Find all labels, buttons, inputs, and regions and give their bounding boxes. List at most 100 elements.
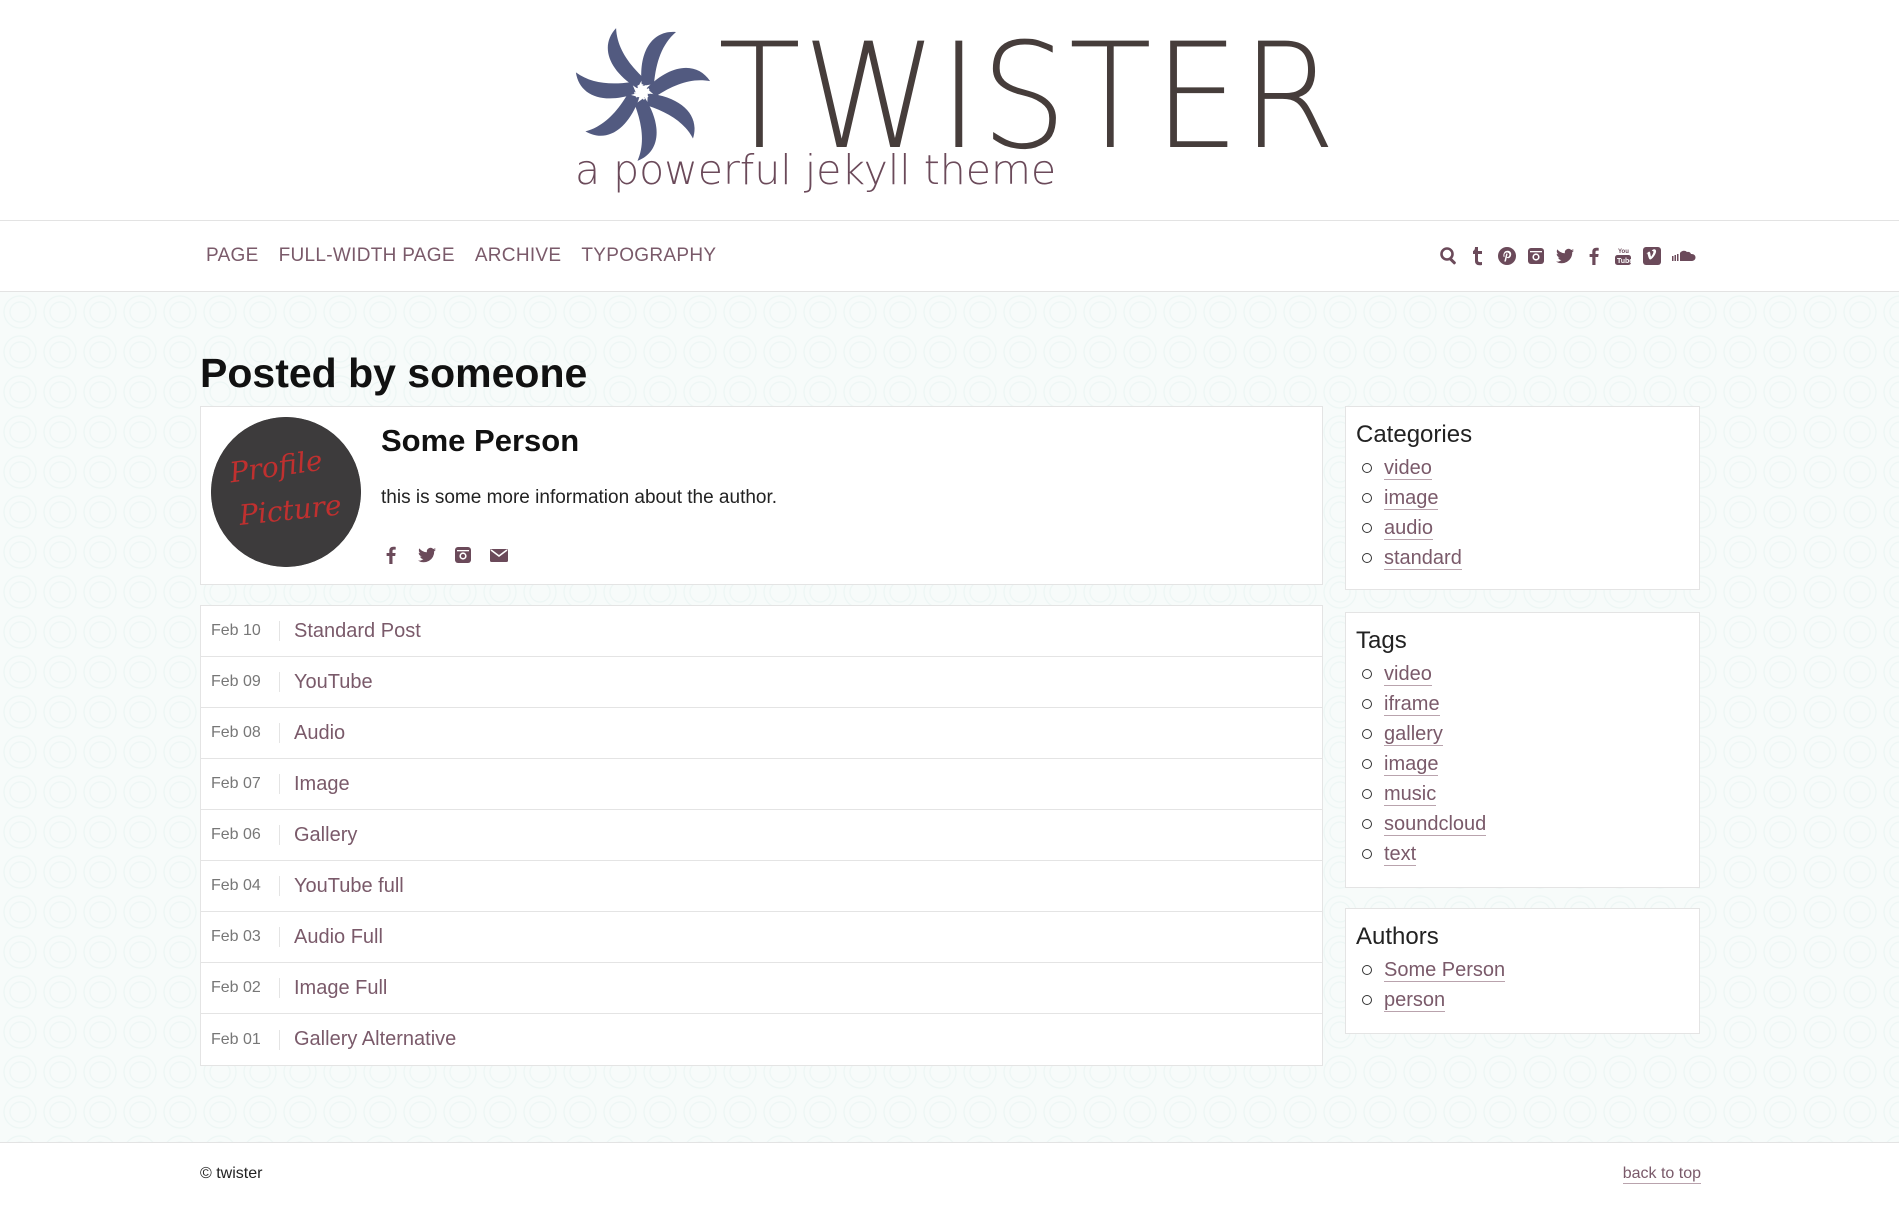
post-row[interactable]: Feb 01 Gallery Alternative [201,1014,1322,1065]
category-link-audio[interactable]: audio [1384,517,1433,540]
list-item: video [1356,453,1689,483]
bullet-icon [1362,789,1372,799]
list-item: image [1356,749,1689,779]
categories-widget: Categories video image audio standard [1345,406,1700,590]
list-item: audio [1356,513,1689,543]
copyright-text: © twister [200,1165,263,1182]
pinwheel-logo-icon [575,28,711,161]
twitter-icon[interactable] [417,545,437,570]
post-title-link[interactable]: YouTube [294,671,373,694]
bullet-icon [1362,699,1372,709]
tag-link-music[interactable]: music [1384,783,1437,806]
site-footer: © twister back to top [0,1142,1899,1211]
main-nav: PAGE FULL-WIDTH PAGE ARCHIVE TYPOGRAPHY … [0,221,1899,292]
list-item: iframe [1356,689,1689,719]
tag-link-gallery[interactable]: gallery [1384,723,1443,746]
bullet-icon [1362,493,1372,503]
post-date: Feb 04 [211,876,280,896]
authors-widget: Authors Some Person person [1345,908,1700,1034]
tag-link-text[interactable]: text [1384,843,1417,866]
back-to-top-link[interactable]: back to top [1622,1165,1701,1184]
instagram-icon[interactable] [1526,246,1546,266]
site-logo[interactable]: TWISTER a powerful jekyll theme [572,22,1336,202]
pinterest-icon[interactable] [1497,246,1517,266]
main-content: Posted by someone Profile Picture Some P… [0,292,1899,1142]
post-date: Feb 10 [211,621,280,641]
tag-link-video[interactable]: video [1384,663,1432,686]
nav-link-page[interactable]: PAGE [206,245,259,267]
post-title-link[interactable]: Gallery Alternative [294,1028,456,1051]
post-row[interactable]: Feb 06 Gallery [201,810,1322,861]
list-item: text [1356,839,1689,869]
post-row[interactable]: Feb 03 Audio Full [201,912,1322,963]
tag-link-soundcloud[interactable]: soundcloud [1384,813,1487,836]
instagram-icon[interactable] [453,545,473,570]
page-title: Posted by someone [200,350,588,396]
bullet-icon [1362,995,1372,1005]
category-link-image[interactable]: image [1384,487,1439,510]
categories-title: Categories [1356,421,1473,448]
list-item: video [1356,659,1689,689]
envelope-icon[interactable] [489,545,509,570]
nav-link-archive[interactable]: ARCHIVE [475,245,562,267]
post-date: Feb 08 [211,723,280,743]
bullet-icon [1362,965,1372,975]
author-link-person[interactable]: person [1384,989,1446,1012]
site-tagline: a powerful jekyll theme [575,146,1057,194]
author-name: Some Person [381,423,580,458]
post-row[interactable]: Feb 07 Image [201,759,1322,810]
bullet-icon [1362,819,1372,829]
post-title-link[interactable]: Audio [294,722,345,745]
post-title-link[interactable]: YouTube full [294,875,404,898]
soundcloud-icon[interactable] [1671,246,1697,266]
author-social-links [381,545,509,570]
post-row[interactable]: Feb 10 Standard Post [201,606,1322,657]
post-row[interactable]: Feb 04 YouTube full [201,861,1322,912]
list-item: Some Person [1356,955,1689,985]
avatar: Profile Picture [211,417,361,567]
author-link-some-person[interactable]: Some Person [1384,959,1506,982]
bullet-icon [1362,553,1372,563]
bullet-icon [1362,669,1372,679]
post-date: Feb 03 [211,927,280,947]
post-title-link[interactable]: Image Full [294,977,387,1000]
post-row[interactable]: Feb 08 Audio [201,708,1322,759]
youtube-icon[interactable]: You Tube [1613,246,1633,266]
author-card: Profile Picture Some Person this is some… [200,406,1323,585]
nav-link-full-width-page[interactable]: FULL-WIDTH PAGE [279,245,455,267]
svg-text:You: You [1618,249,1629,255]
post-row[interactable]: Feb 02 Image Full [201,963,1322,1014]
post-title-link[interactable]: Image [294,773,350,796]
post-row[interactable]: Feb 09 YouTube [201,657,1322,708]
category-link-standard[interactable]: standard [1384,547,1462,570]
post-date: Feb 09 [211,672,280,692]
facebook-icon[interactable] [381,545,401,570]
vimeo-icon[interactable] [1642,246,1662,266]
list-item: music [1356,779,1689,809]
post-list: Feb 10 Standard Post Feb 09 YouTube Feb 08… [200,605,1323,1066]
bullet-icon [1362,759,1372,769]
nav-social-icons: You Tube [1439,221,1697,291]
author-bio: this is some more information about the … [381,487,778,508]
bullet-icon [1362,729,1372,739]
bullet-icon [1362,523,1372,533]
post-title-link[interactable]: Audio Full [294,926,383,949]
search-icon[interactable] [1439,246,1459,266]
authors-title: Authors [1356,923,1439,950]
list-item: image [1356,483,1689,513]
twitter-icon[interactable] [1555,246,1575,266]
svg-text:Tube: Tube [1617,258,1633,265]
post-title-link[interactable]: Gallery [294,824,357,847]
site-header: TWISTER a powerful jekyll theme [0,0,1899,221]
tag-link-image[interactable]: image [1384,753,1439,776]
tags-title: Tags [1356,627,1407,654]
nav-link-typography[interactable]: TYPOGRAPHY [581,245,716,267]
tag-link-iframe[interactable]: iframe [1384,693,1440,716]
list-item: standard [1356,543,1689,573]
category-link-video[interactable]: video [1384,457,1432,480]
tumblr-icon[interactable] [1468,246,1488,266]
list-item: person [1356,985,1689,1015]
post-title-link[interactable]: Standard Post [294,620,421,643]
list-item: gallery [1356,719,1689,749]
facebook-icon[interactable] [1584,246,1604,266]
